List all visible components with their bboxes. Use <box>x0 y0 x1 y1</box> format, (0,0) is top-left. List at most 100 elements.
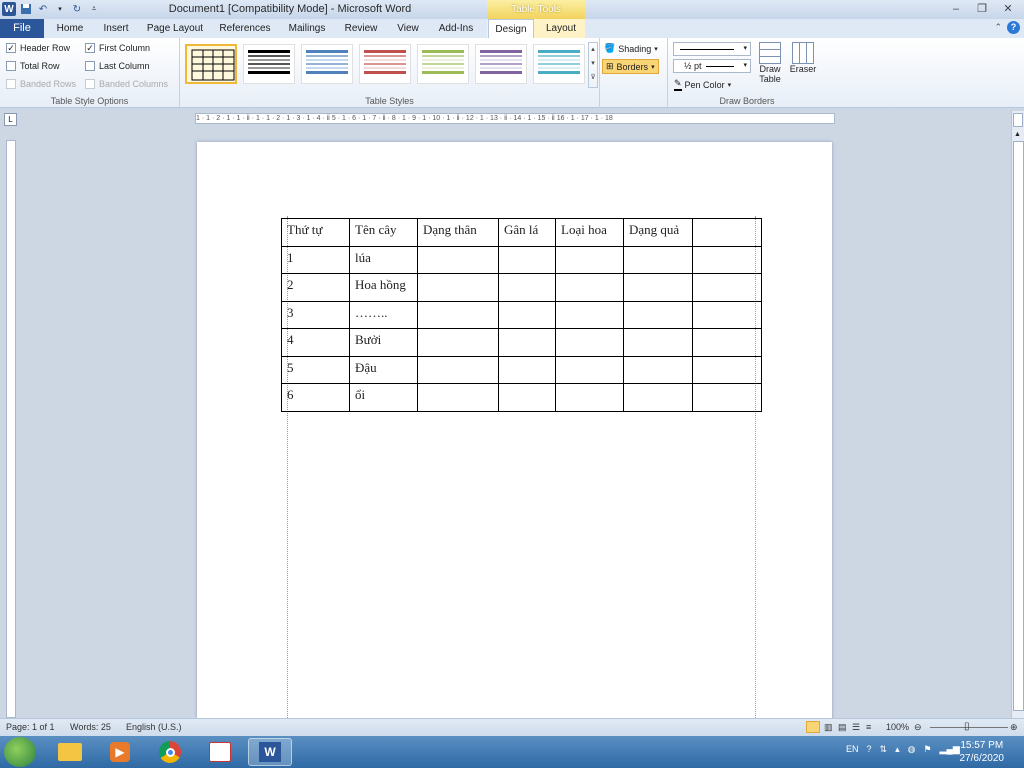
table-cell[interactable] <box>623 328 693 357</box>
network-tray-icon[interactable]: ⇅ <box>880 744 888 755</box>
tab-file[interactable]: File <box>0 19 44 38</box>
tab-page-layout[interactable]: Page Layout <box>145 19 205 38</box>
table-cell[interactable]: lúa <box>349 245 418 274</box>
tab-insert[interactable]: Insert <box>96 19 136 38</box>
start-button[interactable] <box>4 737 36 767</box>
table-cell[interactable] <box>498 300 556 329</box>
table-cell[interactable]: 3 <box>281 300 350 329</box>
zoom-slider-thumb[interactable]: ▯ <box>964 721 970 732</box>
draft-icon[interactable]: ≡ <box>866 722 871 732</box>
zoom-level[interactable]: 100% <box>886 722 909 732</box>
document-page[interactable]: Thứ tự Tên cây Dạng thân Gân lá Loại hoa… <box>197 142 832 726</box>
language-indicator[interactable]: English (U.S.) <box>126 722 182 732</box>
full-screen-icon[interactable]: ▥ <box>824 722 833 733</box>
table-cell[interactable] <box>555 355 624 384</box>
flag-tray-icon[interactable]: ⚑ <box>923 744 931 755</box>
table-cell[interactable] <box>417 383 499 412</box>
total-row-checkbox[interactable]: Total Row <box>6 61 60 71</box>
first-column-checkbox[interactable]: ✓ First Column <box>85 43 150 53</box>
table-cell[interactable] <box>417 328 499 357</box>
clock[interactable]: 15:57 PM 27/6/2020 <box>960 739 1005 765</box>
help-tray-icon[interactable]: ? <box>867 744 872 755</box>
table-cell[interactable] <box>623 300 693 329</box>
sync-tray-icon[interactable]: ◍ <box>908 744 916 755</box>
table-cell[interactable]: Thứ tự <box>281 218 350 247</box>
table-cell[interactable] <box>555 245 624 274</box>
tab-add-ins[interactable]: Add-Ins <box>434 19 478 38</box>
minimize-button[interactable]: – <box>944 1 968 16</box>
table-style-blue[interactable] <box>301 44 353 84</box>
table-cell[interactable] <box>417 245 499 274</box>
table-cell[interactable] <box>417 300 499 329</box>
file-explorer-icon[interactable] <box>48 738 92 766</box>
table-cell[interactable]: Dạng quả <box>623 218 693 247</box>
table-cell[interactable] <box>692 218 762 247</box>
page-count[interactable]: Page: 1 of 1 <box>6 722 55 732</box>
show-hidden-icons[interactable]: ▴ <box>895 744 900 755</box>
table-cell[interactable] <box>623 273 693 302</box>
tab-references[interactable]: References <box>215 19 275 38</box>
media-player-icon[interactable]: ▶ <box>98 738 142 766</box>
eraser-button[interactable]: Eraser <box>788 42 818 74</box>
banded-rows-checkbox[interactable]: Banded Rows <box>6 79 76 89</box>
restore-button[interactable]: ❐ <box>970 1 994 16</box>
table-style-red[interactable] <box>359 44 411 84</box>
table-cell[interactable] <box>692 245 762 274</box>
shading-button[interactable]: 🪣 Shading ▾ <box>604 43 658 54</box>
table-cell[interactable] <box>498 383 556 412</box>
table-cell[interactable]: 1 <box>281 245 350 274</box>
document-table[interactable]: Thứ tự Tên cây Dạng thân Gân lá Loại hoa… <box>281 218 762 412</box>
signal-tray-icon[interactable]: ▂▄▆ <box>940 744 960 755</box>
table-cell[interactable]: ổi <box>349 383 418 412</box>
help-icon[interactable]: ? <box>1007 21 1020 34</box>
line-weight-dropdown[interactable]: ½ pt ▾ <box>673 59 751 73</box>
table-cell[interactable]: Gân lá <box>498 218 556 247</box>
close-button[interactable]: ✕ <box>996 1 1020 16</box>
table-cell[interactable] <box>623 383 693 412</box>
table-cell[interactable] <box>498 273 556 302</box>
vertical-scrollbar[interactable]: ▲ <box>1011 111 1024 718</box>
table-cell[interactable] <box>417 355 499 384</box>
table-cell[interactable]: 2 <box>281 273 350 302</box>
zoom-out-icon[interactable]: ⊖ <box>914 722 922 733</box>
table-cell[interactable]: Loại hoa <box>555 218 624 247</box>
table-cell[interactable] <box>692 383 762 412</box>
header-row-checkbox[interactable]: ✓ Header Row <box>6 43 70 53</box>
table-cell[interactable] <box>498 245 556 274</box>
tab-home[interactable]: Home <box>50 19 90 38</box>
table-style-grid[interactable] <box>185 44 237 84</box>
horizontal-ruler[interactable]: 1 · 1 · 2 · 1 · 1 · ⅱ · 1 · 1 · 2 · 1 · … <box>195 113 835 124</box>
table-cell[interactable] <box>417 273 499 302</box>
table-cell[interactable] <box>692 355 762 384</box>
table-cell[interactable] <box>555 328 624 357</box>
borders-button[interactable]: ⊞ Borders ▾ <box>602 59 659 74</box>
web-layout-icon[interactable]: ▤ <box>838 722 847 733</box>
app-icon[interactable] <box>198 738 242 766</box>
chrome-icon[interactable] <box>148 738 192 766</box>
table-cell[interactable]: …….. <box>349 300 418 329</box>
zoom-in-icon[interactable]: ⊕ <box>1010 722 1018 733</box>
tab-mailings[interactable]: Mailings <box>283 19 331 38</box>
banded-columns-checkbox[interactable]: Banded Columns <box>85 79 168 89</box>
line-style-dropdown[interactable]: ▾ <box>673 42 751 56</box>
draw-table-button[interactable]: Draw Table <box>756 42 784 84</box>
table-cell[interactable] <box>692 300 762 329</box>
tab-layout[interactable]: Layout <box>540 19 582 38</box>
table-cell[interactable] <box>555 300 624 329</box>
table-cell[interactable] <box>623 245 693 274</box>
print-layout-icon[interactable] <box>806 721 820 733</box>
table-style-plain-dark[interactable] <box>243 44 295 84</box>
minimize-ribbon-icon[interactable]: ⌃ <box>994 22 1002 33</box>
table-cell[interactable] <box>692 328 762 357</box>
tab-view[interactable]: View <box>391 19 425 38</box>
ruler-toggle-icon[interactable] <box>1013 113 1023 127</box>
table-cell[interactable]: Bưởi <box>349 328 418 357</box>
vertical-ruler[interactable] <box>6 140 16 718</box>
table-cell[interactable] <box>623 355 693 384</box>
table-cell[interactable] <box>498 328 556 357</box>
table-styles-scroll[interactable]: ▴ ▾ ⊽ <box>588 42 598 88</box>
word-taskbar-icon[interactable]: W <box>248 738 292 766</box>
pen-color-button[interactable]: ✎ Pen Color ▾ <box>674 78 731 91</box>
table-style-green[interactable] <box>417 44 469 84</box>
word-count[interactable]: Words: 25 <box>70 722 111 732</box>
